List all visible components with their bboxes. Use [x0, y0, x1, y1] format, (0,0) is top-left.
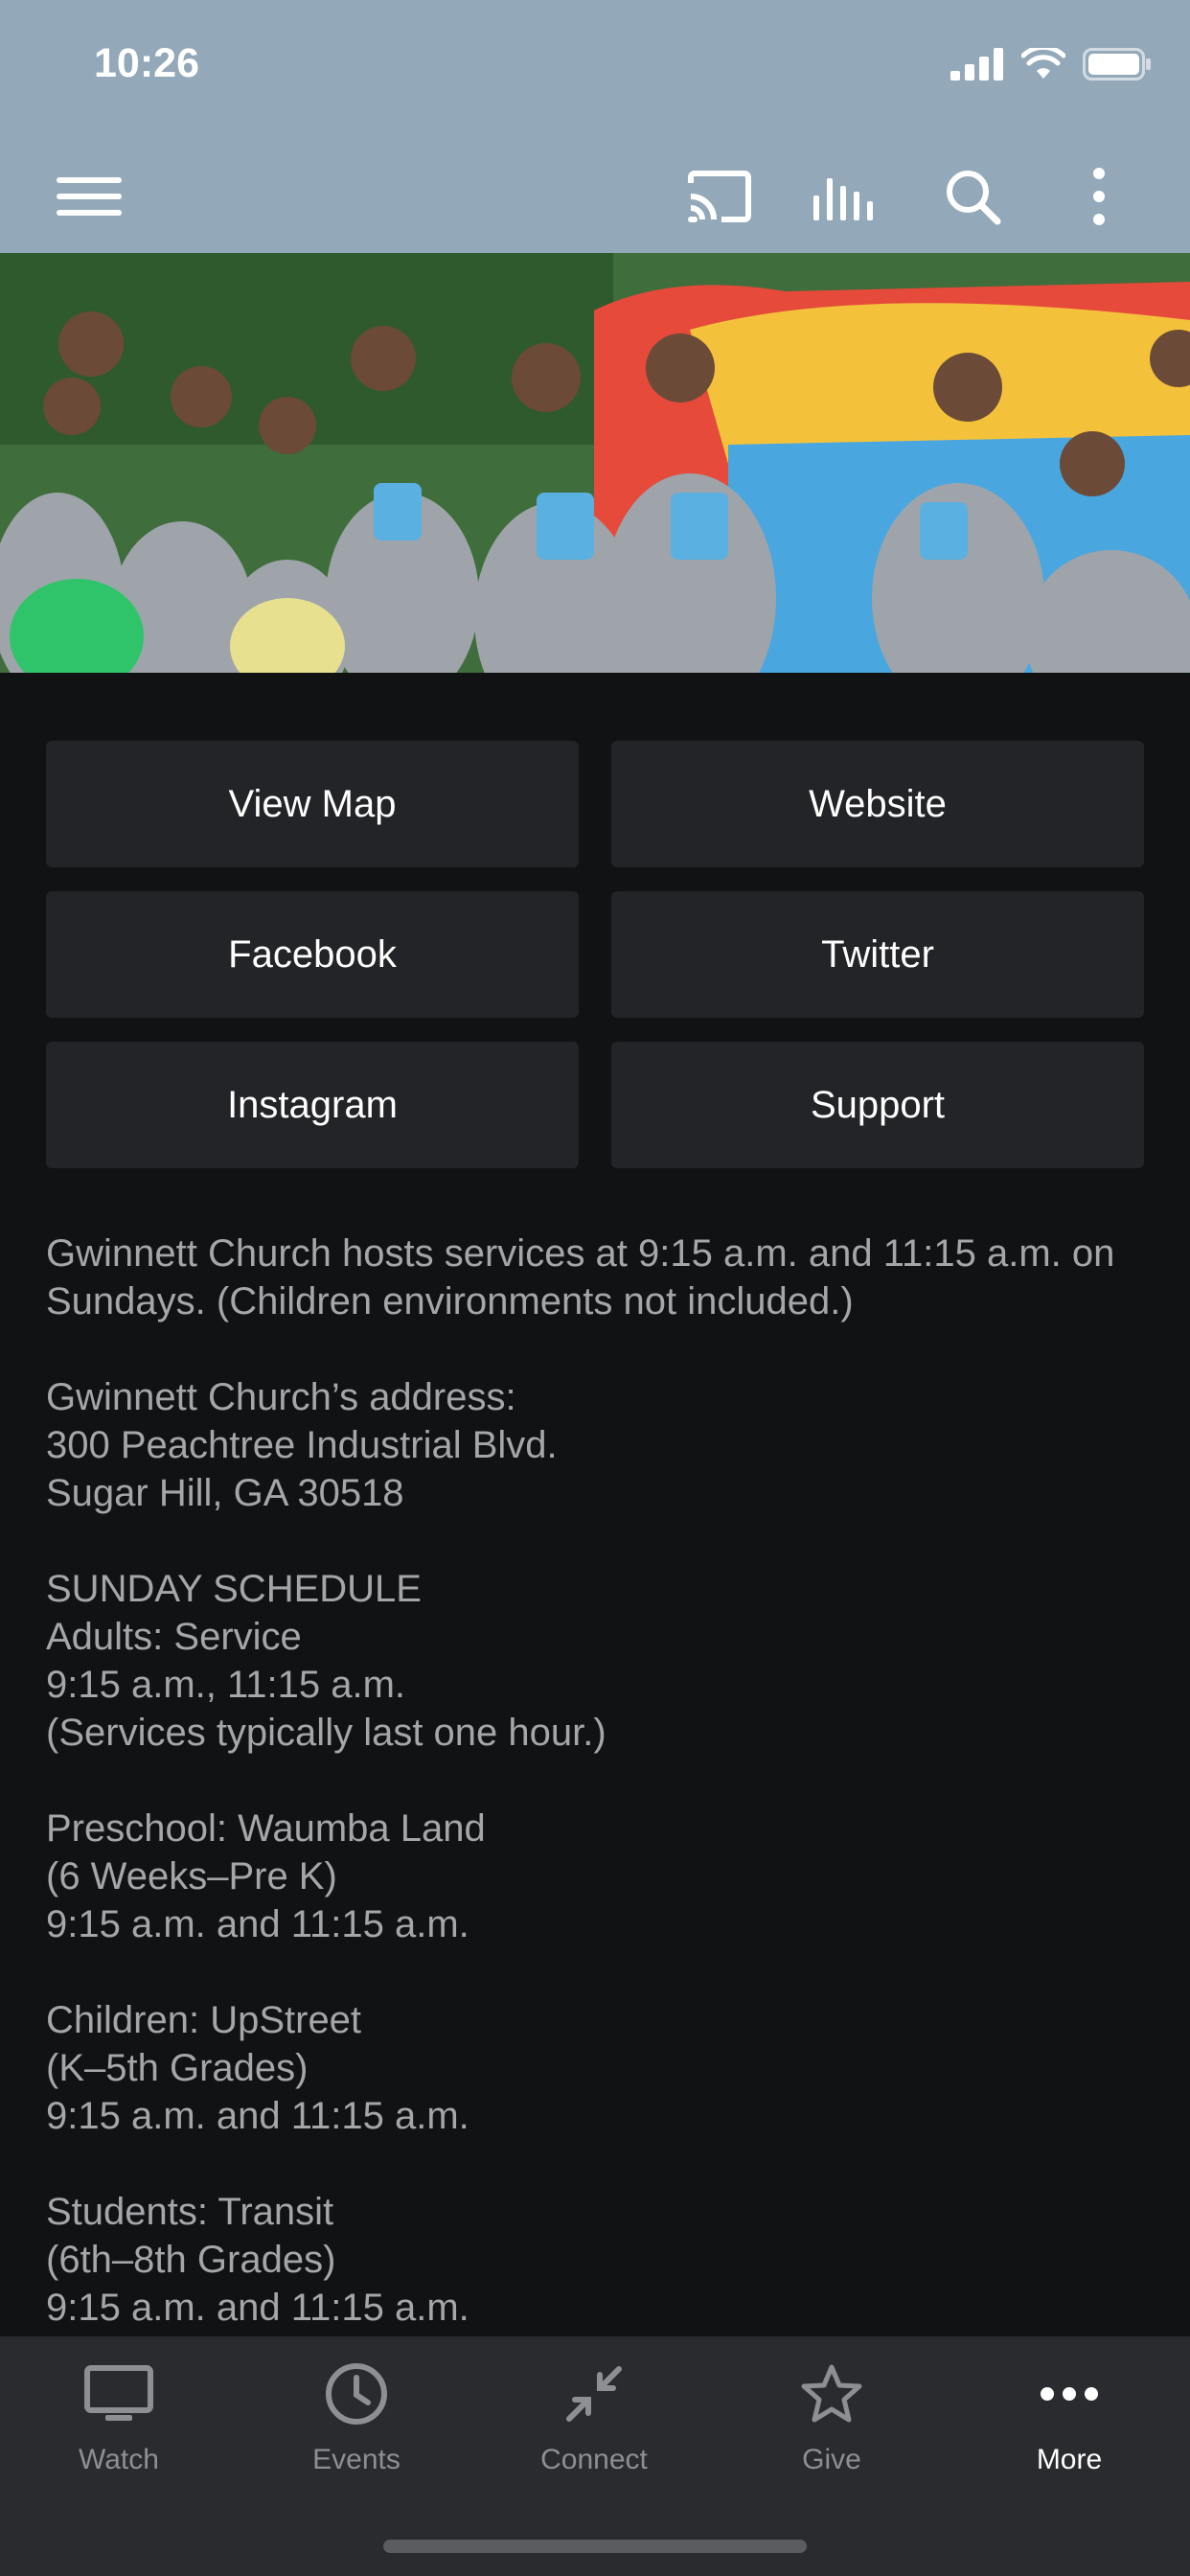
- wifi-icon: [1020, 44, 1066, 85]
- nav-item-more[interactable]: More: [973, 2356, 1165, 2490]
- nav-label-give: Give: [802, 2444, 861, 2475]
- hero-image: [0, 253, 1190, 673]
- cellular-signal-icon: [950, 48, 1004, 85]
- nav-item-events[interactable]: Events: [261, 2356, 452, 2490]
- search-icon[interactable]: [939, 163, 1006, 230]
- facebook-button[interactable]: Facebook: [46, 891, 579, 1018]
- home-indicator: [383, 2540, 807, 2553]
- battery-icon: [1083, 48, 1152, 85]
- status-icons: [950, 44, 1152, 85]
- clock-icon: [318, 2356, 395, 2432]
- nav-label-connect: Connect: [540, 2444, 648, 2475]
- audio-bars-icon[interactable]: [812, 163, 880, 230]
- link-buttons-grid: View Map Website Facebook Twitter Instag…: [46, 741, 1144, 1168]
- more-vertical-icon[interactable]: [1065, 163, 1133, 230]
- nav-item-give[interactable]: Give: [736, 2356, 927, 2490]
- cast-icon[interactable]: [686, 163, 753, 230]
- website-button[interactable]: Website: [611, 741, 1144, 867]
- app-toolbar: [0, 134, 1190, 253]
- status-bar: 10:26: [0, 0, 1190, 134]
- church-info-text: Gwinnett Church hosts services at 9:15 a…: [46, 1232, 1115, 2329]
- compress-arrows-icon: [556, 2356, 632, 2432]
- nav-label-events: Events: [312, 2444, 400, 2475]
- star-icon: [793, 2356, 870, 2432]
- nav-label-more: More: [1036, 2444, 1103, 2475]
- group-photo: [0, 253, 1190, 673]
- status-time: 10:26: [94, 40, 199, 86]
- nav-item-watch[interactable]: Watch: [23, 2356, 215, 2490]
- menu-icon[interactable]: [56, 163, 123, 230]
- twitter-button[interactable]: Twitter: [611, 891, 1144, 1018]
- nav-item-connect[interactable]: Connect: [498, 2356, 690, 2490]
- instagram-button[interactable]: Instagram: [46, 1042, 579, 1168]
- more-horizontal-icon: [1031, 2356, 1108, 2432]
- nav-label-watch: Watch: [79, 2444, 159, 2475]
- monitor-icon: [80, 2356, 157, 2432]
- support-button[interactable]: Support: [611, 1042, 1144, 1168]
- view-map-button[interactable]: View Map: [46, 741, 579, 867]
